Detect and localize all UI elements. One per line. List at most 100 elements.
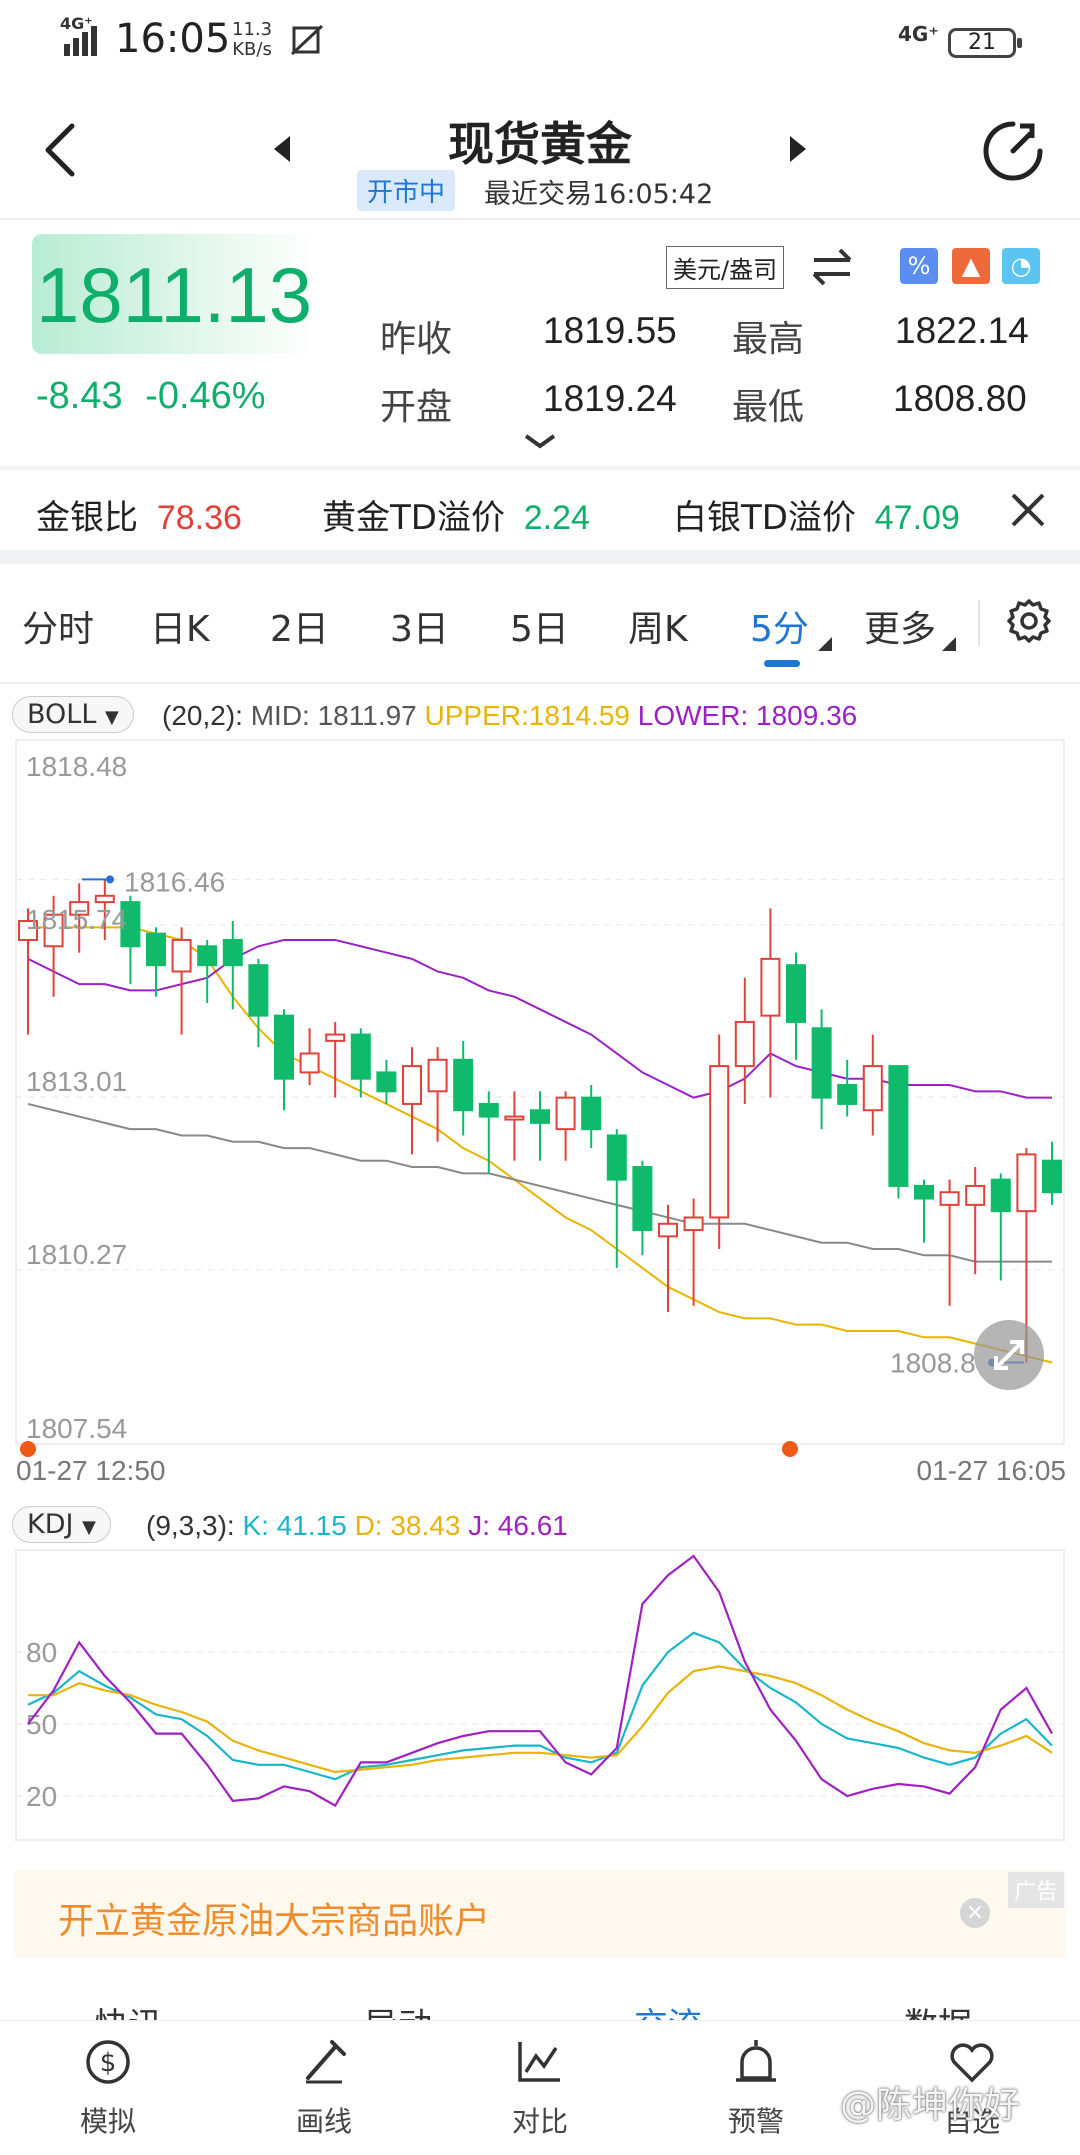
candle-body (606, 1134, 627, 1181)
next-instrument-icon[interactable] (786, 134, 810, 168)
candle-body (939, 1191, 960, 1206)
low-value: 1808.80 (893, 378, 1027, 419)
nav-simulate[interactable]: 模拟 (38, 2100, 178, 2140)
divider (0, 682, 1080, 684)
candle-body (376, 1071, 397, 1093)
ad-tag: 广告 (1008, 1872, 1065, 1908)
candle-body (530, 1109, 550, 1124)
ratio-value: 2.24 (523, 499, 590, 537)
tab-fenshi[interactable]: 分时 (22, 600, 94, 652)
ratio-label: 白银TD溢价 (673, 498, 856, 538)
tab-5day[interactable]: 5日 (510, 600, 569, 652)
indicator-name: BOLL (27, 699, 97, 730)
tab-weekly-k[interactable]: 周K (628, 600, 688, 652)
market-status-badge: 开市中 (357, 170, 456, 211)
candle-body (658, 1222, 678, 1238)
kdj-k-line (27, 1631, 1053, 1781)
candle-body (632, 1166, 653, 1232)
nav-alert[interactable]: 预警 (686, 2100, 826, 2140)
kdj-k: K: 41.15 (242, 1510, 347, 1541)
nav-compare[interactable]: 对比 (470, 2100, 610, 2140)
open-value: 1819.24 (543, 378, 677, 419)
boll-values: (20,2): MID: 1811.97 UPPER:1814.59 LOWER… (162, 700, 857, 732)
tab-separator (978, 600, 980, 646)
candle-body (325, 1033, 346, 1042)
svg-text:$: $ (100, 2048, 117, 2078)
y-tick-label: 1810.27 (26, 1239, 127, 1270)
candle-body (146, 932, 166, 967)
currency-unit: 美元/盎司 (666, 246, 785, 289)
candle-body (274, 1014, 294, 1080)
high-value: 1822.14 (895, 310, 1029, 351)
network-speed: 11.3 KB/s (232, 20, 272, 60)
candle-body (734, 1020, 755, 1068)
candle-body (555, 1096, 576, 1131)
candle-body (350, 1033, 371, 1080)
status-bar: 4G⁺ 16:05 11.3 KB/s 4G⁺ 21 (0, 0, 1080, 90)
status-time: 16:05 (115, 16, 231, 62)
y-tick-label: 50 (26, 1709, 57, 1740)
network-type-right: 4G⁺ (898, 22, 939, 46)
y-tick-label: 1807.54 (26, 1413, 127, 1444)
candle-body (504, 1115, 525, 1121)
refresh-icon[interactable] (980, 118, 1046, 188)
compare-chart-icon[interactable] (514, 2036, 566, 2092)
low-annotation: 1808.8 (890, 1348, 976, 1379)
watermark: @陈坤你好 (840, 2085, 1021, 2126)
candle-body (683, 1216, 704, 1232)
candle-body (478, 1102, 499, 1118)
ratio-gold-td: 黄金TD溢价 2.24 (322, 490, 590, 539)
session-marker (782, 1441, 798, 1457)
battery-icon: 21 (948, 28, 1022, 58)
switch-icon[interactable] (810, 246, 854, 290)
kdj-j: J: 46.61 (468, 1510, 568, 1541)
candle-body (427, 1058, 448, 1093)
nav-draw-line[interactable]: 画线 (254, 2100, 394, 2140)
tab-3day[interactable]: 3日 (390, 600, 449, 652)
ad-text[interactable]: 开立黄金原油大宗商品账户 (58, 1892, 490, 1944)
tab-2day[interactable]: 2日 (270, 600, 329, 652)
dropdown-triangle-icon: ▼ (82, 1517, 96, 1538)
pie-chart-icon[interactable]: ◔ (1002, 248, 1040, 284)
boll-indicator-selector[interactable]: BOLL ▼ (12, 696, 134, 733)
candle-body (299, 1052, 320, 1074)
y-tick-label: 1818.48 (26, 751, 127, 782)
lighthouse-icon[interactable]: ▲ (952, 248, 990, 284)
screenshot-icon (290, 24, 324, 62)
pen-icon[interactable] (298, 2036, 350, 2092)
settings-icon[interactable] (1004, 596, 1054, 650)
tab-more[interactable]: 更多 (864, 600, 936, 652)
candlestick-chart[interactable]: 1818.48 1813.01 1810.27 1807.54 1816.46 1815.… (0, 738, 1080, 1498)
tab-5min[interactable]: 5分 (750, 600, 809, 652)
indicator-name: KDJ (27, 1509, 74, 1540)
candle-body (171, 938, 192, 973)
close-icon[interactable] (1008, 490, 1048, 534)
candle-body (248, 964, 269, 1017)
network-speed-unit: KB/s (232, 39, 272, 60)
percent-tool-icon[interactable]: % (900, 248, 938, 284)
ratio-value: 78.36 (156, 499, 242, 537)
alarm-icon[interactable] (730, 2036, 782, 2092)
ratio-label: 金银比 (36, 498, 138, 538)
kdj-params: (9,3,3): (146, 1510, 235, 1541)
candle-body (965, 1184, 986, 1206)
dropdown-triangle-icon: ▼ (104, 707, 119, 728)
kdj-chart[interactable]: 80 50 20 (0, 1548, 1080, 1848)
change-value: -8.43 (36, 375, 123, 417)
y-tick-label: 1813.01 (26, 1066, 127, 1097)
boll-upper: UPPER:1814.59 (424, 700, 630, 731)
fullscreen-icon[interactable] (974, 1320, 1044, 1390)
candle-body (990, 1178, 1011, 1213)
candle-body (786, 964, 806, 1023)
simulate-icon[interactable]: $ (82, 2036, 134, 2092)
tab-daily-k[interactable]: 日K (150, 600, 210, 652)
expand-chevron-icon[interactable] (522, 432, 558, 456)
candle-body (811, 1027, 832, 1099)
kdj-indicator-selector[interactable]: KDJ ▼ (12, 1506, 111, 1543)
header-divider (0, 218, 1080, 220)
low-label: 最低 (732, 387, 805, 428)
x-axis-label-start: 01-27 12:50 (16, 1455, 165, 1486)
ratio-row: 金银比 78.36 黄金TD溢价 2.24 白银TD溢价 47.09 (0, 470, 1080, 550)
boll-params: (20,2): (162, 700, 243, 731)
ad-close-icon[interactable]: × (960, 1898, 990, 1928)
